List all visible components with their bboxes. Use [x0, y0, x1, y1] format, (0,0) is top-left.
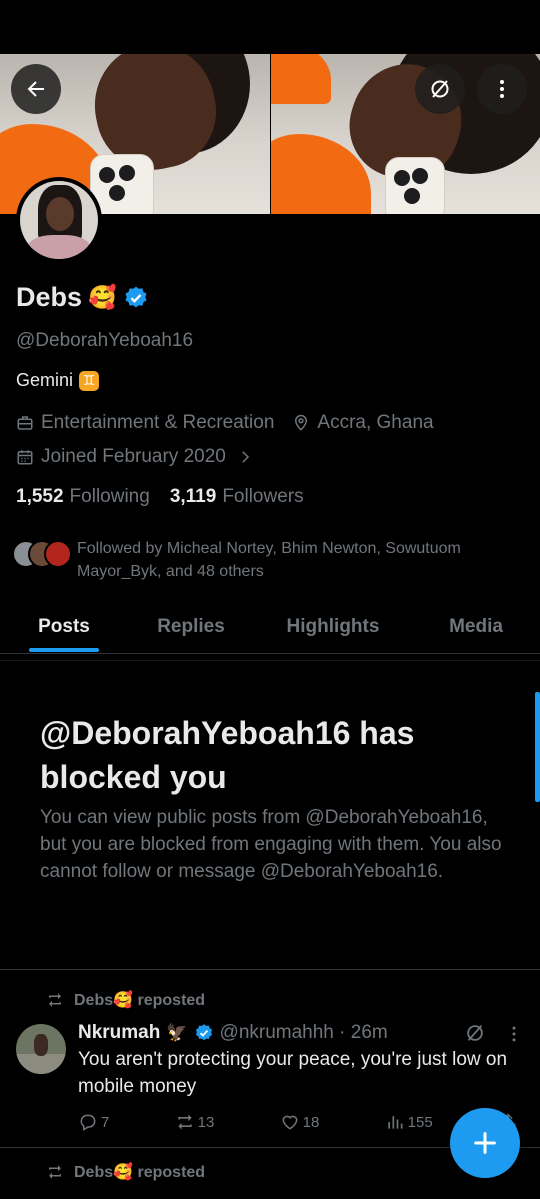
plus-icon	[474, 1132, 496, 1154]
more-vertical-icon	[500, 80, 504, 98]
following-link[interactable]: 1,552 Following	[16, 486, 150, 508]
post-header: Nkrumah 🦅 @nkrumahhh · 26m	[78, 1022, 388, 1044]
more-vertical-icon[interactable]	[504, 1024, 524, 1044]
location-pin-icon	[295, 414, 308, 431]
tab-label: Replies	[157, 616, 225, 637]
profile-tabs: Posts Replies Highlights Media	[0, 600, 540, 654]
repost-icon	[49, 1165, 61, 1179]
reply-count: 7	[101, 1113, 110, 1131]
tab-posts[interactable]: Posts	[0, 600, 128, 654]
repost-emoji: 🥰	[113, 1164, 134, 1181]
tab-label: Highlights	[286, 616, 380, 637]
views-icon	[387, 1116, 403, 1129]
tab-highlights[interactable]: Highlights	[254, 600, 412, 654]
profile-location: Accra, Ghana	[317, 412, 434, 433]
heart-icon	[282, 1115, 298, 1130]
repost-emoji: 🥰	[113, 992, 134, 1009]
blocked-title: @DeborahYeboah16 has blocked you	[40, 715, 415, 795]
post-author-avatar[interactable]	[16, 1024, 66, 1074]
tab-label: Media	[449, 616, 503, 637]
follow-stats: 1,552 Following 3,119 Followers	[16, 486, 304, 508]
more-options-button[interactable]	[477, 64, 527, 114]
followed-by-avatars	[12, 537, 74, 571]
arrow-left-icon	[27, 81, 44, 97]
repost-suffix: reposted	[137, 992, 206, 1009]
post-text: You aren't protecting your peace, you're…	[78, 1049, 508, 1097]
bio-text: Gemini	[16, 370, 74, 390]
followers-count: 3,119	[169, 486, 217, 507]
views-button[interactable]: 155	[385, 1112, 433, 1132]
repost-button[interactable]: 13	[175, 1112, 215, 1132]
follower-avatar	[44, 540, 72, 568]
active-tab-indicator	[29, 648, 99, 652]
view-count: 155	[407, 1113, 433, 1131]
profile-joined: Joined February 2020	[41, 446, 226, 467]
like-button[interactable]: 18	[280, 1112, 320, 1132]
grok-button[interactable]	[415, 64, 465, 114]
following-count: 1,552	[16, 486, 64, 507]
reply-button[interactable]: 7	[78, 1112, 109, 1132]
calendar-icon	[17, 450, 33, 465]
joined-row[interactable]: Joined February 2020	[16, 446, 261, 468]
followed-by-row[interactable]: Followed by Micheal Nortey, Bhim Newton,…	[12, 537, 522, 583]
tab-label: Posts	[38, 616, 90, 637]
profile-bio: Gemini ♊	[16, 370, 100, 391]
blocked-notice: @DeborahYeboah16 has blocked you You can…	[0, 660, 540, 970]
grok-icon[interactable]	[464, 1022, 486, 1044]
followers-link[interactable]: 3,119 Followers	[170, 486, 304, 508]
back-button[interactable]	[11, 64, 61, 114]
status-bar	[0, 0, 540, 54]
name-emoji: 🥰	[88, 284, 117, 310]
blocked-body: You can view public posts from @DeborahY…	[40, 807, 502, 882]
gemini-emoji: ♊	[79, 370, 100, 391]
chevron-right-icon	[242, 451, 249, 463]
verified-badge-icon	[195, 1024, 212, 1041]
like-count: 18	[302, 1113, 320, 1131]
verified-badge-icon[interactable]	[123, 285, 149, 311]
repost-count: 13	[197, 1113, 215, 1131]
profile-name-row: Debs 🥰	[16, 282, 149, 313]
followers-label: Followers	[222, 486, 304, 507]
repost-icon	[177, 1114, 192, 1130]
post-author[interactable]: Nkrumah	[78, 1022, 160, 1044]
scrollbar[interactable]	[535, 692, 540, 802]
author-emoji: 🦅	[166, 1023, 188, 1042]
post-handle-time: @nkrumahhh · 26m	[219, 1022, 388, 1043]
display-name: Debs	[16, 282, 83, 312]
tab-media[interactable]: Media	[412, 600, 540, 654]
profile-category: Entertainment & Recreation	[41, 412, 275, 433]
following-label: Following	[69, 486, 150, 507]
profile-avatar[interactable]	[16, 177, 102, 263]
briefcase-icon	[17, 416, 33, 430]
profile-handle: @DeborahYeboah16	[16, 330, 194, 351]
tab-replies[interactable]: Replies	[128, 600, 254, 654]
repost-suffix: reposted	[137, 1164, 206, 1181]
reply-icon	[80, 1114, 96, 1131]
repost-icon	[49, 993, 61, 1007]
repost-indicator: Debs🥰 reposted	[46, 1162, 205, 1182]
compose-post-button[interactable]	[450, 1108, 520, 1178]
repost-indicator: Debs🥰 reposted	[46, 990, 205, 1010]
repost-by: Debs	[74, 992, 114, 1009]
grok-icon	[431, 80, 449, 98]
repost-by: Debs	[74, 1164, 114, 1181]
followed-by-text: Followed by Micheal Nortey, Bhim Newton,…	[77, 540, 461, 580]
profile-meta-row: Entertainment & Recreation Accra, Ghana	[16, 412, 434, 434]
